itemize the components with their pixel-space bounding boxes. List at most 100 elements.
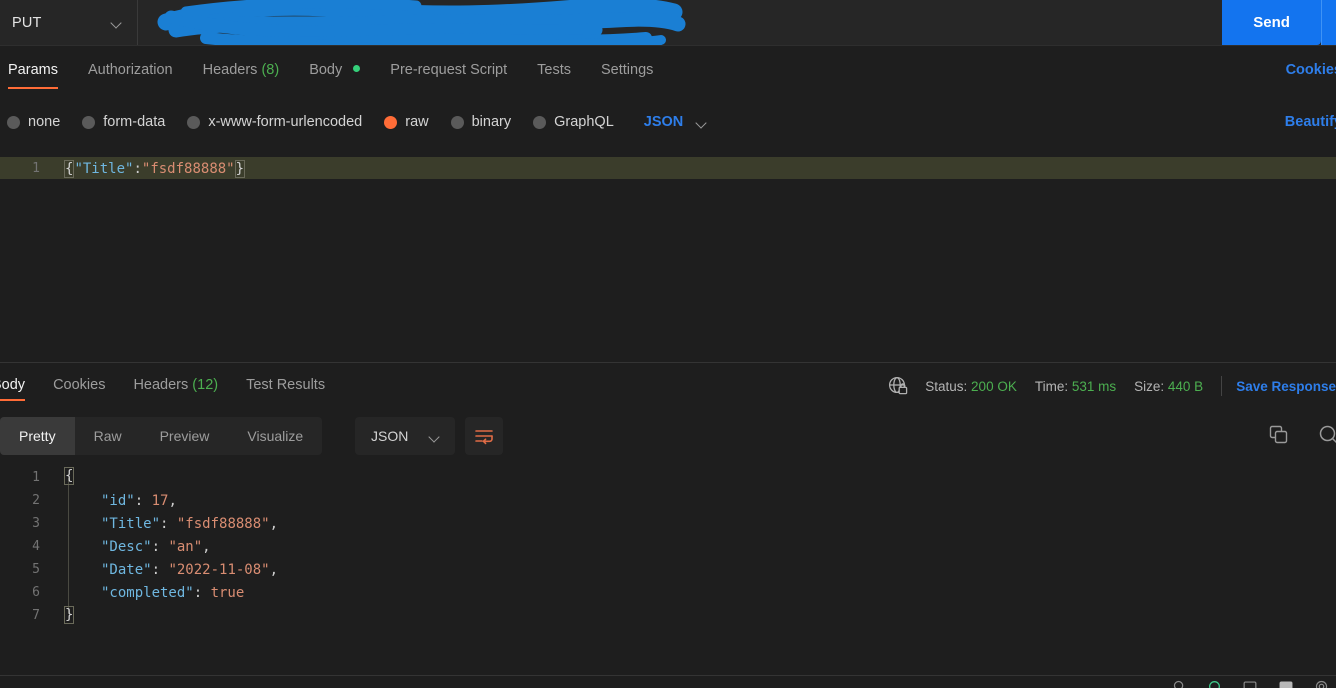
request-body-code: {"Title":"fsdf88888"} xyxy=(64,160,246,178)
request-body-format-select[interactable]: JSON xyxy=(644,114,709,130)
status-bar-settings-item[interactable] xyxy=(1315,680,1328,688)
response-tab-test-results-label: Test Results xyxy=(246,377,326,393)
body-type-binary[interactable]: binary xyxy=(450,114,511,130)
time-value: 531 ms xyxy=(1071,378,1117,394)
status-bar-console-item[interactable] xyxy=(1243,680,1257,688)
response-tab-headers-count: (12) xyxy=(192,377,219,393)
view-visualize[interactable]: Visualize xyxy=(228,417,322,455)
response-tab-headers[interactable]: Headers (12) xyxy=(133,368,218,393)
pane-splitter[interactable] xyxy=(0,362,1336,363)
json-key-desc: "Desc" xyxy=(101,539,152,555)
send-options-button[interactable] xyxy=(1321,0,1336,45)
radio-icon-graphql xyxy=(533,115,547,129)
tab-settings[interactable]: Settings xyxy=(601,45,653,78)
view-pretty[interactable]: Pretty xyxy=(0,417,75,455)
code-text: "Desc": "an", xyxy=(101,539,211,555)
body-type-graphql-label: GraphQL xyxy=(554,114,614,130)
line-number: 6 xyxy=(32,585,40,600)
status-bar-online-item[interactable] xyxy=(1208,680,1221,688)
gear-icon xyxy=(1315,680,1328,688)
tab-headers[interactable]: Headers (8) xyxy=(203,45,280,78)
status-online-icon xyxy=(1209,681,1220,688)
body-type-form-data-label: form-data xyxy=(103,114,166,130)
code-text: "Title": "fsdf88888", xyxy=(101,516,278,532)
status-bar-find-item[interactable] xyxy=(1173,680,1186,688)
json-open-brace: { xyxy=(64,160,75,178)
line-number: 5 xyxy=(32,562,40,577)
body-type-none[interactable]: none xyxy=(7,114,60,130)
radio-icon-binary xyxy=(450,115,464,129)
tab-pre-request-script[interactable]: Pre-request Script xyxy=(390,45,507,78)
json-punc: : xyxy=(134,493,152,509)
status-item: Status: 200 OK xyxy=(925,379,1017,394)
json-punc: : xyxy=(193,585,211,601)
line-number: 7 xyxy=(32,608,40,623)
tab-body[interactable]: Body xyxy=(309,45,361,78)
response-tab-test-results[interactable]: Test Results xyxy=(246,368,325,393)
json-key-completed: "completed" xyxy=(101,585,194,601)
request-body-editor[interactable]: 1 {"Title":"fsdf88888"} xyxy=(0,143,1336,345)
response-meta-bar: Status: 200 OK Time: 531 ms Size: 440 B … xyxy=(887,375,1336,397)
body-type-urlencoded-label: x-www-form-urlencoded xyxy=(208,114,363,130)
tab-settings-label: Settings xyxy=(600,62,654,78)
status-value: 200 OK xyxy=(971,378,1017,394)
tab-body-label: Body xyxy=(309,62,343,78)
request-url-bar: PUT Send xyxy=(0,0,1336,46)
word-wrap-button[interactable] xyxy=(465,417,503,455)
bottom-status-bar xyxy=(0,675,1336,688)
code-text: "completed": true xyxy=(101,585,244,601)
response-format-label: JSON xyxy=(371,428,409,444)
request-url-input[interactable] xyxy=(138,0,1222,45)
body-type-selector-row: none form-data x-www-form-urlencoded raw… xyxy=(0,105,1336,139)
radio-icon-form-data xyxy=(82,115,96,129)
view-pretty-label: Pretty xyxy=(19,428,56,444)
view-raw-label: Raw xyxy=(93,428,122,444)
tab-tests[interactable]: Tests xyxy=(537,45,571,78)
json-comma: , xyxy=(168,493,177,509)
http-method-select[interactable]: PUT xyxy=(0,0,138,45)
body-type-graphql[interactable]: GraphQL xyxy=(533,114,614,130)
response-format-select[interactable]: JSON xyxy=(355,417,455,455)
json-value-id: 17 xyxy=(151,493,169,509)
view-raw[interactable]: Raw xyxy=(75,417,141,455)
request-tab-bar: Params Authorization Headers (8) Body Pr… xyxy=(0,45,1336,97)
json-punc: : xyxy=(160,516,177,532)
status-bar-layout-item[interactable] xyxy=(1279,680,1293,688)
request-line-number: 1 xyxy=(32,161,40,176)
request-cookies-link[interactable]: Cookies xyxy=(1286,62,1336,78)
search-response-button[interactable] xyxy=(1318,424,1336,451)
line-number: 4 xyxy=(32,539,40,554)
status-label: Status: xyxy=(925,378,968,394)
body-type-raw[interactable]: raw xyxy=(384,114,429,130)
copy-response-button[interactable] xyxy=(1268,424,1290,451)
line-number: 1 xyxy=(32,470,40,485)
radio-icon-raw xyxy=(384,115,398,129)
size-label: Size: xyxy=(1134,378,1165,394)
json-key-id: "id" xyxy=(101,493,135,509)
layout-icon xyxy=(1279,681,1293,688)
body-type-form-data[interactable]: form-data xyxy=(82,114,165,130)
chevron-down-icon xyxy=(697,119,708,126)
tab-headers-label: Headers xyxy=(202,62,258,78)
response-tab-body[interactable]: Body xyxy=(0,368,26,401)
view-preview-label: Preview xyxy=(159,428,210,444)
json-punc: : xyxy=(151,539,169,555)
send-button[interactable]: Send xyxy=(1222,0,1322,45)
body-type-urlencoded[interactable]: x-www-form-urlencoded xyxy=(187,114,362,130)
tab-params[interactable]: Params xyxy=(8,45,58,89)
response-tab-cookies[interactable]: Cookies xyxy=(53,368,105,393)
tab-authorization[interactable]: Authorization xyxy=(88,45,173,78)
time-item: Time: 531 ms xyxy=(1035,379,1116,394)
response-body-editor[interactable]: 1 { 2 "id": 17, 3 "Title": "fsdf88888", … xyxy=(0,462,1336,670)
response-tab-body-label: Body xyxy=(0,377,26,393)
body-type-raw-label: raw xyxy=(405,114,429,130)
save-response-button[interactable]: Save Response xyxy=(1236,379,1336,394)
code-text: { xyxy=(64,467,75,485)
chevron-down-icon xyxy=(112,19,123,26)
json-comma: , xyxy=(269,562,279,578)
line-number: 3 xyxy=(32,516,40,531)
view-preview[interactable]: Preview xyxy=(141,417,229,455)
beautify-link[interactable]: Beautify xyxy=(1285,114,1336,130)
http-method-label: PUT xyxy=(12,14,42,31)
response-tab-cookies-label: Cookies xyxy=(53,377,106,393)
